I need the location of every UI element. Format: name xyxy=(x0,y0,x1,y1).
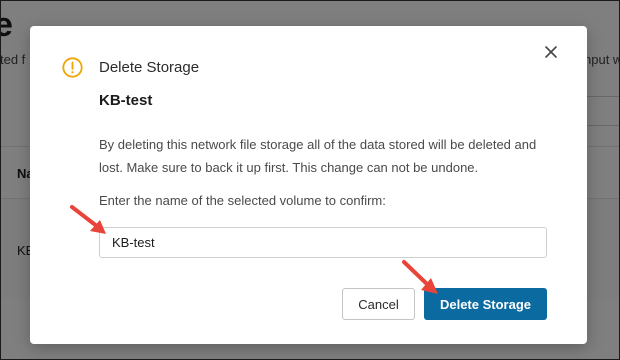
confirm-volume-input[interactable] xyxy=(99,227,547,258)
cancel-button[interactable]: Cancel xyxy=(342,288,415,320)
delete-storage-button[interactable]: Delete Storage xyxy=(424,288,547,320)
confirm-label: Enter the name of the selected volume to… xyxy=(99,193,386,208)
close-icon[interactable] xyxy=(541,42,561,62)
warning-circle-icon xyxy=(62,57,83,78)
warning-description: By deleting this network file storage al… xyxy=(99,137,537,175)
delete-storage-dialog: Delete Storage KB-test By deleting this … xyxy=(30,26,587,344)
dialog-title: Delete Storage xyxy=(99,59,200,76)
volume-name: KB-test xyxy=(99,92,153,109)
